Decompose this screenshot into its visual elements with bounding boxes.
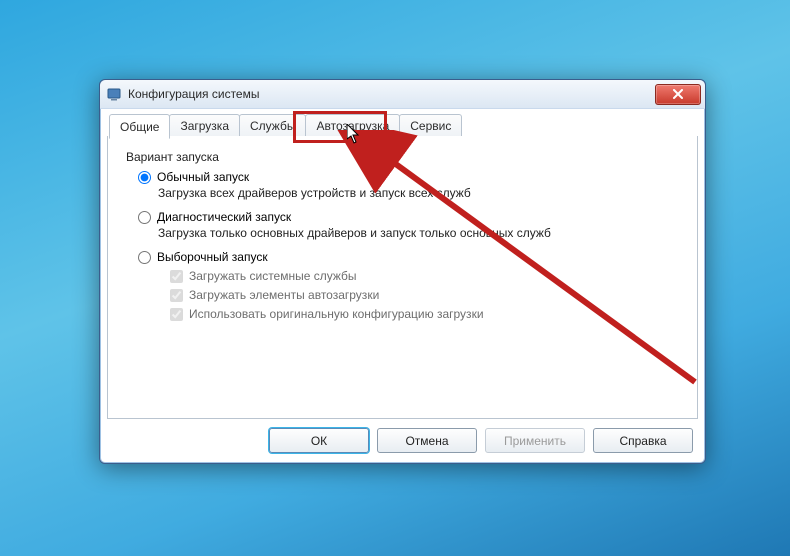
tab-label: Службы bbox=[250, 119, 295, 133]
check-label: Использовать оригинальную конфигурацию з… bbox=[189, 307, 484, 321]
button-label: Применить bbox=[504, 434, 566, 448]
tab-label: Общие bbox=[120, 120, 159, 134]
check-label: Загружать системные службы bbox=[189, 269, 357, 283]
check-label: Загружать элементы автозагрузки bbox=[189, 288, 379, 302]
apply-button: Применить bbox=[485, 428, 585, 453]
close-icon bbox=[672, 89, 684, 99]
option-diagnostic-row[interactable]: Диагностический запуск bbox=[138, 210, 681, 224]
radio-selective[interactable] bbox=[138, 251, 151, 264]
group-label: Вариант запуска bbox=[126, 150, 681, 164]
radio-diagnostic[interactable] bbox=[138, 211, 151, 224]
tab-startup[interactable]: Автозагрузка bbox=[305, 114, 400, 137]
tab-services[interactable]: Службы bbox=[239, 114, 306, 137]
tab-boot[interactable]: Загрузка bbox=[169, 114, 240, 137]
option-normal: Обычный запуск bbox=[138, 170, 681, 184]
option-normal-row[interactable]: Обычный запуск bbox=[138, 170, 681, 184]
button-bar: ОК Отмена Применить Справка bbox=[269, 428, 693, 453]
tab-general[interactable]: Общие bbox=[109, 114, 170, 139]
close-button[interactable] bbox=[655, 84, 701, 105]
option-diagnostic: Диагностический запуск bbox=[138, 210, 681, 224]
button-label: ОК bbox=[311, 434, 327, 448]
ok-button[interactable]: ОК bbox=[269, 428, 369, 453]
tab-label: Загрузка bbox=[180, 119, 229, 133]
help-button[interactable]: Справка bbox=[593, 428, 693, 453]
tab-tools[interactable]: Сервис bbox=[399, 114, 462, 137]
button-label: Отмена bbox=[405, 434, 448, 448]
check-original-bootcfg bbox=[170, 308, 183, 321]
option-label: Выборочный запуск bbox=[157, 250, 268, 264]
option-selective-row[interactable]: Выборочный запуск bbox=[138, 250, 681, 264]
client-area: Общие Загрузка Службы Автозагрузка Серви… bbox=[107, 114, 698, 419]
option-normal-desc: Загрузка всех драйверов устройств и запу… bbox=[158, 186, 681, 200]
check-system-services bbox=[170, 270, 183, 283]
tab-label: Сервис bbox=[410, 119, 451, 133]
check-startup-items bbox=[170, 289, 183, 302]
titlebar[interactable]: Конфигурация системы bbox=[100, 80, 705, 109]
app-icon bbox=[106, 86, 122, 102]
option-label: Обычный запуск bbox=[157, 170, 249, 184]
desktop-background: Конфигурация системы Общие Загрузка Служ… bbox=[0, 0, 790, 556]
check-original-bootcfg-row: Использовать оригинальную конфигурацию з… bbox=[170, 307, 681, 321]
msconfig-window: Конфигурация системы Общие Загрузка Служ… bbox=[99, 79, 706, 464]
check-system-services-row: Загружать системные службы bbox=[170, 269, 681, 283]
tabpanel-general: Вариант запуска Обычный запуск Загрузка … bbox=[107, 136, 698, 419]
option-diagnostic-desc: Загрузка только основных драйверов и зап… bbox=[158, 226, 681, 240]
button-label: Справка bbox=[619, 434, 666, 448]
tabstrip: Общие Загрузка Службы Автозагрузка Серви… bbox=[107, 114, 698, 137]
option-label: Диагностический запуск bbox=[157, 210, 291, 224]
option-selective: Выборочный запуск bbox=[138, 250, 681, 264]
cancel-button[interactable]: Отмена bbox=[377, 428, 477, 453]
tab-label: Автозагрузка bbox=[316, 119, 389, 133]
radio-normal[interactable] bbox=[138, 171, 151, 184]
window-title: Конфигурация системы bbox=[128, 87, 649, 101]
check-startup-items-row: Загружать элементы автозагрузки bbox=[170, 288, 681, 302]
